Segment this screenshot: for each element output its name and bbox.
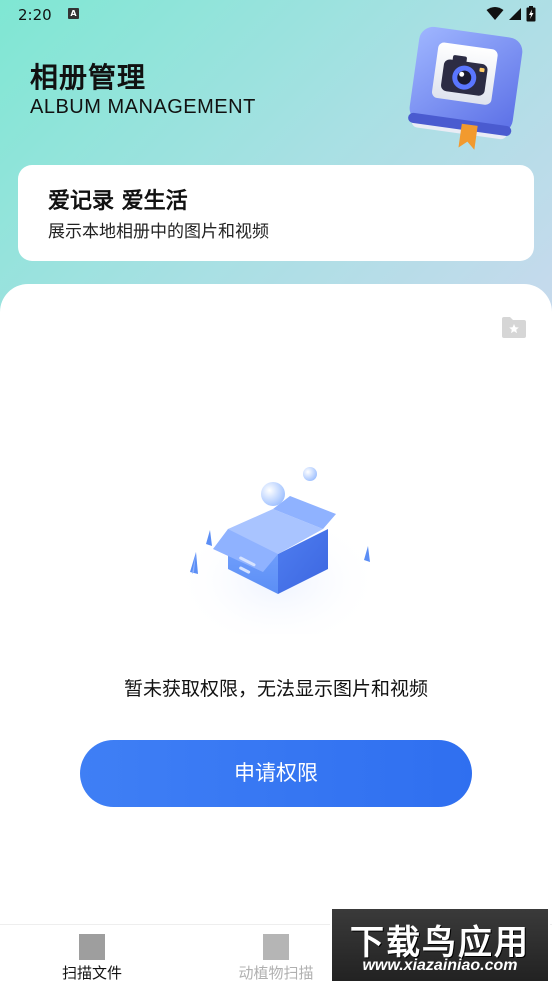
request-permission-button[interactable]: 申请权限 — [80, 740, 472, 807]
scan-files-icon — [79, 934, 105, 960]
plant-animal-scan-icon — [263, 934, 289, 960]
status-time: 2:20 — [18, 6, 52, 24]
notification-icon: A — [68, 8, 79, 19]
album-camera-illustration — [408, 26, 523, 150]
info-card-description: 展示本地相册中的图片和视频 — [48, 222, 269, 242]
empty-state-message: 暂未获取权限，无法显示图片和视频 — [123, 678, 428, 700]
page-subtitle: ALBUM MANAGEMENT — [30, 96, 256, 118]
star-folder-icon[interactable] — [500, 314, 528, 340]
info-card: 爱记录 爱生活 展示本地相册中的图片和视频 — [18, 165, 534, 261]
nav-item-plant-animal-scan[interactable]: 动植物扫描 — [206, 925, 346, 983]
page-title: 相册管理 — [30, 61, 147, 94]
wifi-icon — [486, 7, 504, 20]
battery-icon — [526, 6, 536, 22]
nav-item-label: 动植物扫描 — [238, 964, 314, 982]
status-icons — [486, 6, 536, 22]
main-content: 暂未获取权限，无法显示图片和视频 申请权限 — [0, 284, 552, 924]
watermark-url: www.xiazainiao.com — [362, 957, 518, 974]
nav-item-label: 扫描文件 — [61, 964, 122, 982]
empty-box-illustration — [174, 467, 382, 634]
nav-item-scan-files[interactable]: 扫描文件 — [22, 925, 162, 983]
info-card-title: 爱记录 爱生活 — [48, 189, 188, 214]
watermark: 下载鸟应用 www.xiazainiao.com — [330, 907, 550, 983]
signal-icon — [509, 8, 521, 20]
